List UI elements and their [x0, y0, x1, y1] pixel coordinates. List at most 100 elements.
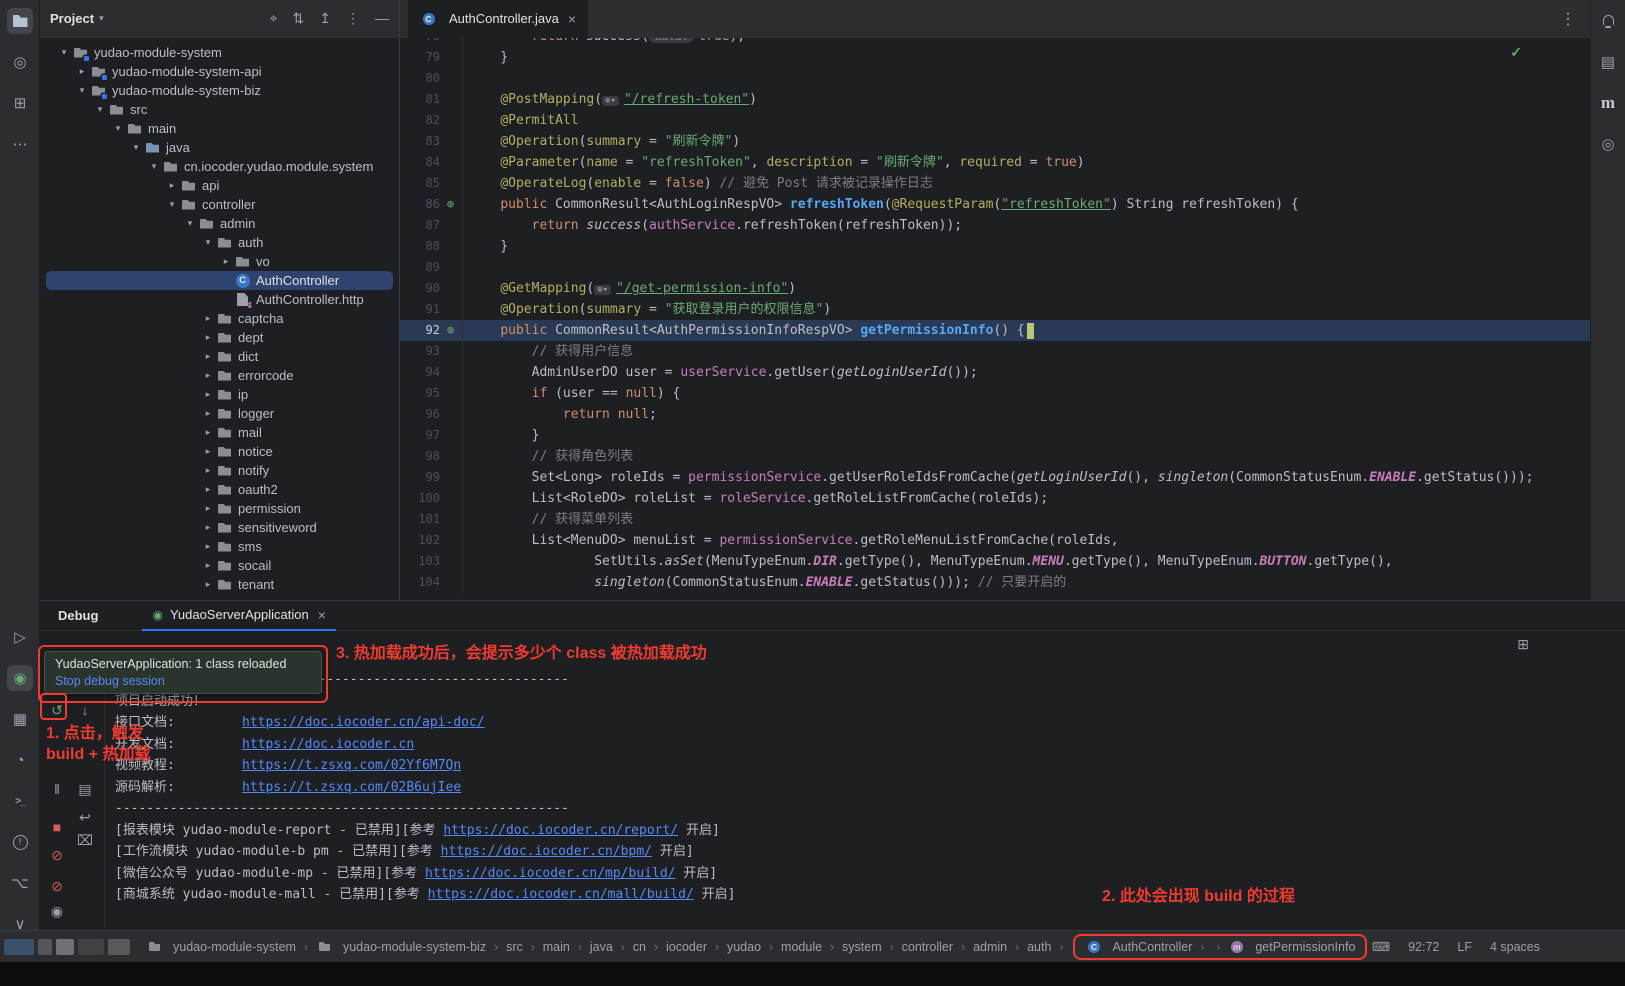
tree-item[interactable]: ▾cn.iocoder.yudao.module.system	[46, 157, 393, 176]
terminal-tool-icon[interactable]: >_	[7, 788, 33, 814]
breadcrumb-item[interactable]: main	[541, 939, 572, 955]
tree-chevron-icon[interactable]: ▾	[164, 199, 180, 210]
tab-options-icon[interactable]: ⋮	[1560, 9, 1582, 29]
screenshot-icon[interactable]: ◉	[46, 900, 68, 922]
code-line[interactable]: 97 }	[400, 425, 1590, 446]
tree-item[interactable]: ▸dict	[46, 347, 393, 366]
debug-session-tab[interactable]: ◉ YudaoServerApplication ×	[142, 601, 335, 631]
tree-item[interactable]: ▸permission	[46, 499, 393, 518]
tree-chevron-icon[interactable]: ▸	[200, 408, 216, 419]
tree-chevron-icon[interactable]: ▸	[200, 503, 216, 514]
code-line[interactable]: 80	[400, 68, 1590, 89]
run-tool-icon[interactable]: ▷	[7, 624, 33, 650]
tree-chevron-icon[interactable]: ▾	[92, 104, 108, 115]
code-line[interactable]: 82 @PermitAll	[400, 110, 1590, 131]
more-tool-windows-icon[interactable]: ⋯	[7, 131, 33, 157]
ai-assistant-icon[interactable]: ◎	[1595, 131, 1621, 157]
debug-panel-label[interactable]: Debug	[40, 608, 114, 623]
tree-item[interactable]: CAuthController	[46, 271, 393, 290]
print-console-icon[interactable]: ▤	[74, 778, 96, 800]
code-line[interactable]: 100 List<RoleDO> roleList = roleService.…	[400, 488, 1590, 509]
line-ending-widget[interactable]: LF	[1457, 940, 1472, 954]
console-link[interactable]: https://doc.iocoder.cn/mp/build/	[425, 866, 675, 881]
profiler-tool-icon[interactable]: ◔	[7, 747, 33, 773]
code-line[interactable]: 91 @Operation(summary = "获取登录用户的权限信息")	[400, 299, 1590, 320]
breadcrumb-item[interactable]: java	[588, 939, 615, 955]
notifications-bell-icon[interactable]	[1595, 8, 1621, 34]
tree-item[interactable]: ▸socail	[46, 556, 393, 575]
chevron-down-icon[interactable]: ▾	[99, 13, 104, 24]
breadcrumb-item[interactable]: auth	[1025, 939, 1053, 955]
code-line[interactable]: 88 }	[400, 236, 1590, 257]
editor-pane[interactable]: 78 return success(data:true);79 }8081 @P…	[400, 38, 1590, 600]
code-line[interactable]: 85 @OperateLog(enable = false) // 避免 Pos…	[400, 173, 1590, 194]
tree-item[interactable]: ▾auth	[46, 233, 393, 252]
code-line[interactable]: 81 @PostMapping(⊕▾"/refresh-token")	[400, 89, 1590, 110]
code-line[interactable]: 101 // 获得菜单列表	[400, 509, 1590, 530]
services-tool-icon[interactable]: ▦	[7, 706, 33, 732]
code-line[interactable]: 104 singleton(CommonStatusEnum.ENABLE.ge…	[400, 572, 1590, 593]
tree-chevron-icon[interactable]: ▸	[200, 579, 216, 590]
console-link[interactable]: https://t.zsxq.com/02B6ujIee	[242, 780, 461, 795]
code-line[interactable]: 90 @GetMapping(⊕▾"/get-permission-info")	[400, 278, 1590, 299]
stop-icon[interactable]: ■	[46, 816, 68, 838]
panel-options-icon[interactable]: ⋮	[346, 10, 360, 27]
tree-chevron-icon[interactable]: ▸	[200, 427, 216, 438]
soft-wrap-icon[interactable]: ↩	[74, 806, 96, 828]
tree-item[interactable]: ▸captcha	[46, 309, 393, 328]
tree-item[interactable]: ▸sms	[46, 537, 393, 556]
tree-chevron-icon[interactable]: ▾	[200, 237, 216, 248]
close-tab-icon[interactable]: ×	[568, 11, 576, 27]
editor-tab-authcontroller[interactable]: C AuthController.java ×	[408, 0, 588, 38]
debug-console[interactable]: ----------------------------------------…	[104, 657, 1625, 929]
tree-item[interactable]: ▾src	[46, 100, 393, 119]
tree-item[interactable]: ▸api	[46, 176, 393, 195]
code-line[interactable]: 86⊕ public CommonResult<AuthLoginRespVO>…	[400, 194, 1590, 215]
tree-item[interactable]: ▾main	[46, 119, 393, 138]
breadcrumb-item[interactable]: src	[504, 939, 525, 955]
tree-chevron-icon[interactable]: ▸	[200, 522, 216, 533]
tree-chevron-icon[interactable]: ▸	[200, 389, 216, 400]
inspection-ok-icon[interactable]: ✓	[1510, 44, 1522, 61]
tree-chevron-icon[interactable]: ▸	[218, 256, 234, 267]
indent-widget[interactable]: 4 spaces	[1490, 940, 1540, 954]
tree-chevron-icon[interactable]: ▸	[200, 541, 216, 552]
tree-item[interactable]: ▾admin	[46, 214, 393, 233]
structure-tool-icon[interactable]: ⊞	[7, 90, 33, 116]
project-tool-icon[interactable]	[7, 8, 33, 34]
console-link[interactable]: https://doc.iocoder.cn/api-doc/	[242, 715, 485, 730]
tree-chevron-icon[interactable]: ▾	[128, 142, 144, 153]
tree-item[interactable]: ▸dept	[46, 328, 393, 347]
locate-icon[interactable]: ⌖	[270, 10, 278, 27]
tree-chevron-icon[interactable]: ▸	[200, 370, 216, 381]
tree-chevron-icon[interactable]: ▸	[200, 446, 216, 457]
view-breakpoints-icon[interactable]: ⊘	[46, 875, 68, 897]
breadcrumb-item[interactable]: yudao	[725, 939, 763, 955]
commit-tool-icon[interactable]: ◎	[7, 49, 33, 75]
tree-item[interactable]: ▾yudao-module-system-biz	[46, 81, 393, 100]
code-line[interactable]: 103 SetUtils.asSet(MenuTypeEnum.DIR.getT…	[400, 551, 1590, 572]
tree-item[interactable]: ▾controller	[46, 195, 393, 214]
breadcrumb-item[interactable]: system	[840, 939, 884, 955]
console-link[interactable]: https://t.zsxq.com/02Yf6M7Qn	[242, 758, 461, 773]
code-line[interactable]: 78 return success(data:true);	[400, 38, 1590, 47]
database-tool-icon[interactable]: ▤	[1595, 49, 1621, 75]
tree-chevron-icon[interactable]: ▾	[110, 123, 126, 134]
console-link[interactable]: https://doc.iocoder.cn/mall/build/	[428, 887, 694, 902]
clear-console-icon[interactable]: ⌧	[74, 829, 96, 851]
tree-chevron-icon[interactable]: ▾	[56, 47, 72, 58]
code-line[interactable]: 98 // 获得角色列表	[400, 446, 1590, 467]
breadcrumb-item[interactable]: module	[779, 939, 824, 955]
hide-panel-icon[interactable]: —	[375, 10, 389, 27]
breadcrumb-item[interactable]: iocoder	[664, 939, 709, 955]
endpoint-gutter-icon[interactable]: ⊕	[443, 323, 458, 338]
http-client-inlay-icon[interactable]: ⊕▾	[594, 285, 611, 295]
code-line[interactable]: 89	[400, 257, 1590, 278]
tree-item[interactable]: ▸mail	[46, 423, 393, 442]
keyboard-icon[interactable]: ⌨	[1372, 939, 1390, 954]
maven-tool-icon[interactable]: m	[1595, 90, 1621, 116]
debug-tool-icon[interactable]: ◉	[7, 665, 33, 691]
close-session-icon[interactable]: ×	[318, 607, 326, 623]
tree-chevron-icon[interactable]: ▸	[200, 484, 216, 495]
tree-item[interactable]: ▸oauth2	[46, 480, 393, 499]
